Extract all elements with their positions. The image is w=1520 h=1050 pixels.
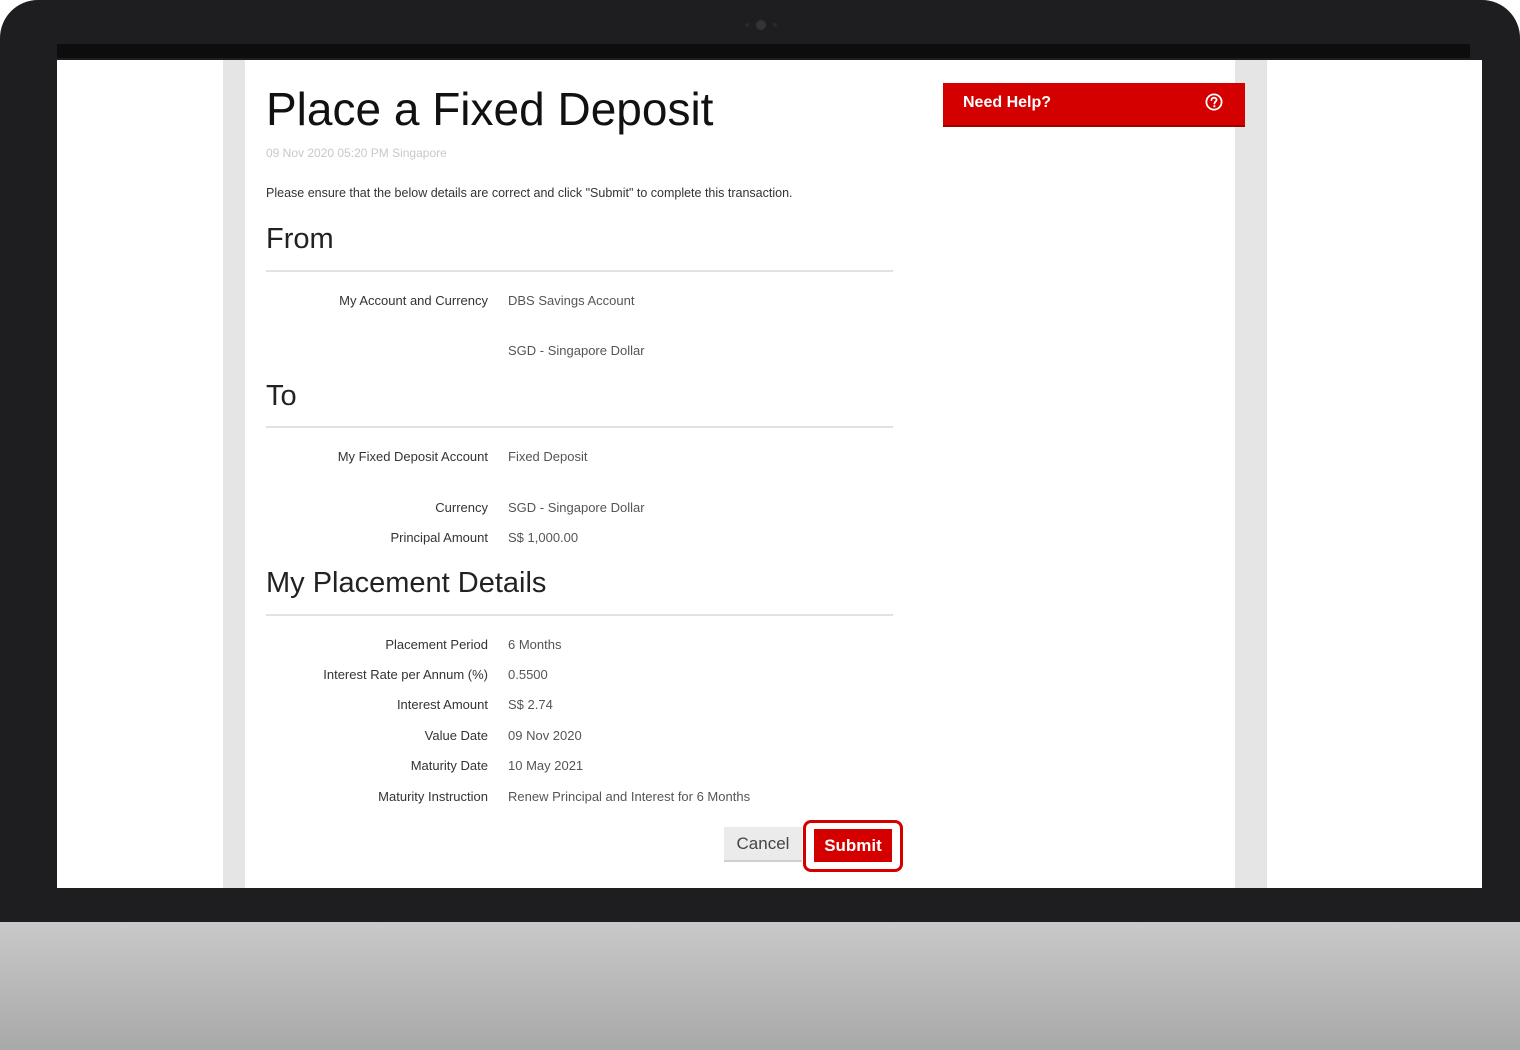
detail-label: Maturity Instruction [378, 789, 488, 804]
screen: Place a Fixed Deposit 09 Nov 2020 05:20 … [57, 60, 1482, 888]
detail-value: S$ 2.74 [508, 697, 553, 712]
page-title: Place a Fixed Deposit [266, 83, 714, 135]
page-gutter-left [223, 60, 245, 888]
section-divider [266, 426, 893, 428]
screen-top-edge [57, 44, 1470, 58]
timestamp: 09 Nov 2020 05:20 PM Singapore [266, 146, 447, 160]
detail-row-account: My Account and Currency DBS Savings Acco… [266, 293, 906, 313]
section-heading-from: From [266, 223, 334, 255]
detail-row-interest-amount: Interest Amount S$ 2.74 [266, 697, 906, 717]
detail-value: Fixed Deposit [508, 449, 588, 464]
detail-value: 10 May 2021 [508, 758, 584, 773]
section-heading-placement: My Placement Details [266, 567, 547, 599]
detail-row-interest-rate: Interest Rate per Annum (%) 0.5500 [266, 667, 906, 687]
question-circle-icon [1205, 93, 1223, 111]
monitor-frame: Place a Fixed Deposit 09 Nov 2020 05:20 … [0, 0, 1520, 1050]
detail-value: 0.5500 [508, 667, 548, 682]
detail-value: Renew Principal and Interest for 6 Month… [508, 789, 751, 804]
detail-label: My Fixed Deposit Account [337, 449, 488, 464]
detail-value: SGD - Singapore Dollar [508, 500, 645, 515]
detail-value: 09 Nov 2020 [508, 728, 582, 743]
detail-value: 6 Months [508, 637, 562, 652]
detail-label: Maturity Date [410, 758, 488, 773]
submit-button[interactable]: Submit [814, 829, 892, 862]
instruction-text: Please ensure that the below details are… [266, 186, 793, 200]
detail-label: Interest Amount [396, 697, 488, 712]
page-gutter-right [1235, 60, 1267, 888]
section-heading-to: To [266, 380, 297, 412]
camera-icon [756, 20, 766, 30]
detail-row-maturity-instruction: Maturity Instruction Renew Principal and… [266, 789, 906, 809]
need-help-button[interactable]: Need Help? [943, 83, 1245, 127]
detail-row-maturity-date: Maturity Date 10 May 2021 [266, 758, 906, 778]
detail-value: DBS Savings Account [508, 293, 635, 308]
detail-value: S$ 1,000.00 [508, 530, 579, 545]
detail-row-principal: Principal Amount S$ 1,000.00 [266, 530, 906, 550]
detail-label: Placement Period [385, 637, 488, 652]
monitor-chin [0, 922, 1520, 1050]
detail-label: Interest Rate per Annum (%) [323, 667, 488, 682]
cancel-button[interactable]: Cancel [724, 827, 802, 862]
detail-label: My Account and Currency [339, 293, 488, 308]
need-help-label: Need Help? [963, 94, 1052, 111]
section-divider [266, 270, 893, 272]
detail-row-placement-period: Placement Period 6 Months [266, 637, 906, 657]
detail-row-value-date: Value Date 09 Nov 2020 [266, 728, 906, 748]
detail-row-account-currency: SGD - Singapore Dollar [266, 343, 906, 363]
detail-label: Value Date [424, 728, 488, 743]
detail-label: Principal Amount [390, 530, 488, 545]
detail-row-currency: Currency SGD - Singapore Dollar [266, 500, 906, 520]
detail-value: SGD - Singapore Dollar [508, 343, 645, 358]
detail-row-fd-account: My Fixed Deposit Account Fixed Deposit [266, 449, 906, 469]
detail-label: Currency [435, 500, 488, 515]
section-divider [266, 614, 893, 616]
